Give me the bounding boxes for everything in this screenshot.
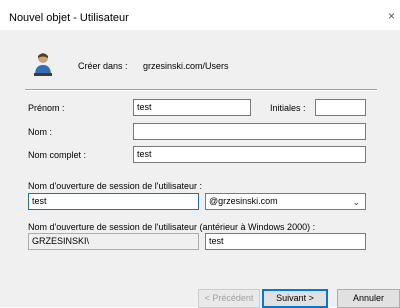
legacy-domain-prefix: GRZESINSKI\ (28, 233, 199, 250)
initials-field[interactable] (315, 99, 366, 116)
domain-suffix-dropdown[interactable]: @grzesinski.com ⌄ (205, 193, 366, 210)
previous-button[interactable]: < Précédent (198, 289, 260, 308)
close-icon[interactable]: × (388, 9, 400, 23)
logon-name-field[interactable]: test (28, 193, 199, 210)
next-button[interactable]: Suivant > (262, 289, 328, 308)
full-name-field[interactable]: test (133, 146, 366, 163)
chevron-down-icon: ⌄ (352, 197, 360, 207)
window-title: Nouvel objet - Utilisateur (9, 12, 129, 24)
last-name-label: Nom : (28, 127, 53, 137)
full-name-label: Nom complet : (28, 150, 87, 160)
separator (25, 89, 377, 91)
create-in-label: Créer dans : (78, 61, 128, 71)
create-in-path: grzesinski.com/Users (143, 61, 229, 71)
initials-label: Initiales : (270, 103, 306, 113)
domain-suffix-value: @grzesinski.com (209, 196, 278, 206)
legacy-logon-label: Nom d'ouverture de session de l'utilisat… (28, 222, 316, 232)
logon-name-label: Nom d'ouverture de session de l'utilisat… (28, 181, 203, 191)
first-name-label: Prénom : (28, 103, 65, 113)
title-bar: Nouvel objet - Utilisateur × (0, 0, 400, 30)
first-name-field[interactable]: test (133, 99, 251, 116)
legacy-logon-field[interactable]: test (205, 233, 366, 250)
user-icon (34, 53, 52, 76)
cancel-button[interactable]: Annuler (337, 289, 400, 308)
last-name-field[interactable] (133, 123, 366, 140)
